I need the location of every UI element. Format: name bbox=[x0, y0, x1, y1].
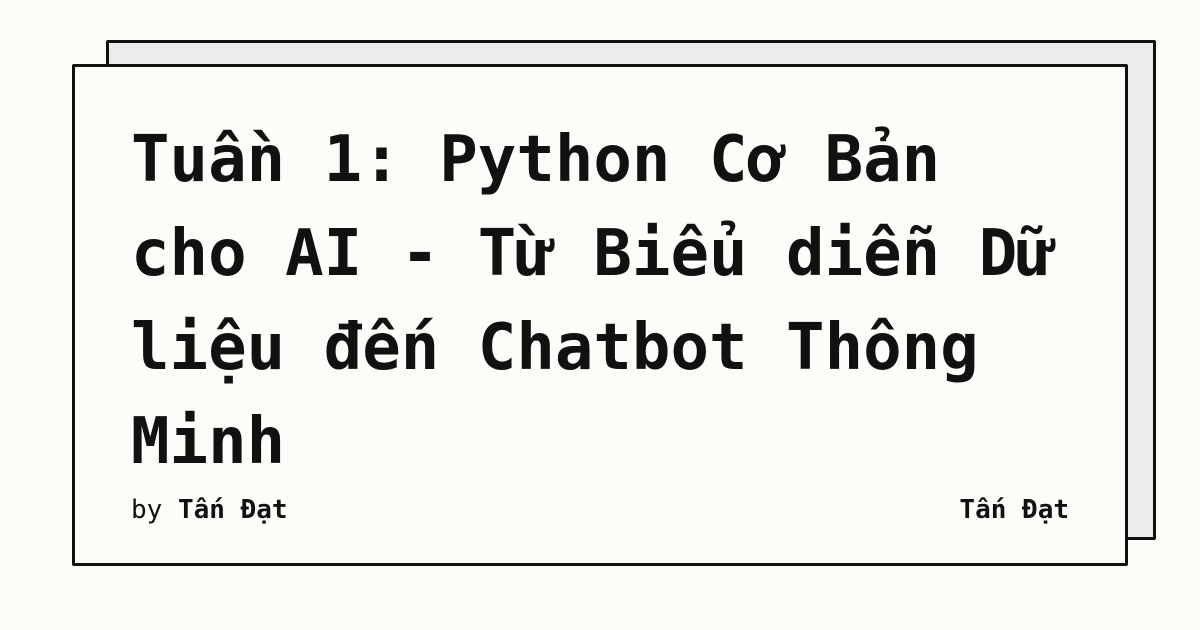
og-image-page: Tuần 1: Python Cơ Bản cho AI - Từ Biểu d… bbox=[0, 0, 1200, 630]
post-title: Tuần 1: Python Cơ Bản cho AI - Từ Biểu d… bbox=[131, 123, 1095, 479]
byline: by Tấn Đạt bbox=[131, 493, 288, 527]
author-name: Tấn Đạt bbox=[177, 495, 288, 525]
byline-prefix: by bbox=[131, 495, 178, 525]
title-card: Tuần 1: Python Cơ Bản cho AI - Từ Biểu d… bbox=[72, 64, 1128, 566]
site-name: Tấn Đạt bbox=[959, 495, 1069, 525]
